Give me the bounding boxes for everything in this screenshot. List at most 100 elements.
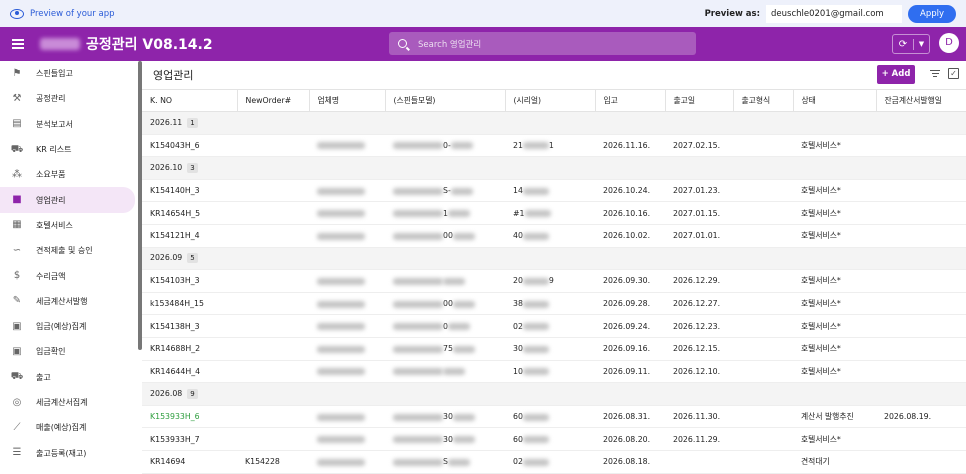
group-cell: 2026.08 9 xyxy=(142,382,966,406)
sidebar-item-10[interactable]: ▣ 입금(예상)집계 xyxy=(0,314,138,339)
column-header[interactable]: (스핀들모델) xyxy=(384,89,505,112)
table-row[interactable]: K153933H_7 30 60 2026.08.20. 2026.11.29. 호텔서비… xyxy=(142,427,966,451)
select-checkbox-icon[interactable]: ✓ xyxy=(948,68,959,79)
balance-invoice-date-cell xyxy=(876,269,966,293)
wrench-icon: ⚒ xyxy=(12,92,22,104)
redacted-text xyxy=(317,232,365,240)
table-row[interactable]: KR14694 K154228 S 02 2026.08.18. 견적대기 xyxy=(142,450,966,474)
sidebar-item-3[interactable]: ⛟ KR 리스트 xyxy=(0,137,138,162)
filter-icon[interactable] xyxy=(930,70,940,79)
table-row[interactable]: KR14688H_2 75 30 2026.09.16. 2026.12.15. 호텔서비… xyxy=(142,337,966,361)
flag-icon: ⚑ xyxy=(12,67,22,79)
sidebar-item-14[interactable]: ⟋ 매출(예상)집계 xyxy=(0,415,138,440)
out-type-cell xyxy=(733,360,793,384)
table-row[interactable]: K154043H_6 0- 21 1 2026.11.16. 2027.02.15. 호텔서… xyxy=(142,134,966,158)
sidebar-item-8[interactable]: $ 수리금액 xyxy=(0,263,138,288)
sidebar-item-9[interactable]: ✎ 세금계산서발행 xyxy=(0,289,138,314)
menu-icon[interactable] xyxy=(12,37,24,52)
trend-icon: ⟋ xyxy=(13,421,21,433)
model-cell: 30 xyxy=(385,405,505,429)
group-label: 2026.09 xyxy=(150,253,183,263)
in-date-cell: 2026.08.20. xyxy=(595,427,665,451)
column-header[interactable]: NewOrder# xyxy=(236,89,309,112)
sidebar-item-1[interactable]: ⚒ 공정관리 xyxy=(0,86,138,111)
company-cell xyxy=(309,179,385,203)
group-label: 2026.10 xyxy=(150,162,183,172)
sidebar-item-2[interactable]: ▤ 분석보고서 xyxy=(0,112,138,137)
sidebar-item-6[interactable]: ▦ 호텔서비스 xyxy=(0,213,138,238)
group-row[interactable]: 2026.10 3 xyxy=(142,156,966,180)
table-row[interactable]: K154121H_4 00 40 2026.10.02. 2027.01.01. 호텔서비… xyxy=(142,224,966,248)
redacted-text xyxy=(452,413,475,421)
table-row[interactable]: K154140H_3 S- 14 2026.10.24. 2027.01.23. 호텔서비… xyxy=(142,179,966,203)
sidebar-item-5[interactable]: ■ 영업관리 xyxy=(0,187,135,213)
serial-cell: 10 xyxy=(505,360,595,384)
table-row[interactable]: KR14644H_4 10 2026.09.11. 2026.12.10. 호텔서비스* xyxy=(142,360,966,384)
sync-icon[interactable]: ⟳ xyxy=(893,38,914,50)
column-header[interactable]: 상태 xyxy=(792,89,876,112)
sync-control[interactable]: ⟳ ▼ xyxy=(892,34,930,54)
group-row[interactable]: 2026.11 1 xyxy=(142,111,966,135)
redacted-text xyxy=(450,142,473,150)
redacted-text xyxy=(317,345,365,353)
chevron-down-icon[interactable]: ▼ xyxy=(914,40,929,48)
cash-icon: ▣ xyxy=(12,320,22,332)
sidebar-item-4[interactable]: ⁂ 소요부품 xyxy=(0,162,138,187)
redacted-text xyxy=(393,232,443,240)
sidebar-item-15[interactable]: ☰ 출고등록(재고) xyxy=(0,440,138,465)
column-header[interactable]: (시리얼) xyxy=(504,89,595,112)
column-header[interactable]: 입고 xyxy=(594,89,665,112)
page-title: 영업관리 xyxy=(153,69,194,82)
avatar[interactable]: D xyxy=(939,33,959,53)
sidebar-item-label: 수리금액 xyxy=(36,271,66,281)
preview-link[interactable]: Preview of your app xyxy=(30,9,115,19)
status-cell: 호텔서비스* xyxy=(793,179,876,203)
preview-email-field[interactable]: deuschle0201@gmail.com xyxy=(766,4,902,23)
table-row[interactable]: K153933H_6 30 60 2026.08.31. 2026.11.30. 계산서 … xyxy=(142,405,966,429)
column-header[interactable]: K. NO xyxy=(142,89,237,112)
balance-invoice-date-cell xyxy=(876,337,966,361)
sidebar-item-label: 견적제출 및 승인 xyxy=(36,246,93,256)
out-date-cell: 2027.01.15. xyxy=(665,201,733,225)
sidebar-item-0[interactable]: ⚑ 스핀들입고 xyxy=(0,61,138,86)
sidebar-item-11[interactable]: ▣ 입금확인 xyxy=(0,339,138,364)
k-no-cell: K153933H_7 xyxy=(142,427,237,451)
group-row[interactable]: 2026.09 5 xyxy=(142,247,966,271)
eye-icon xyxy=(10,8,24,19)
redacted-text xyxy=(447,323,470,331)
new-order-cell xyxy=(237,224,309,248)
model-cell: 75 xyxy=(385,337,505,361)
status-cell: 호텔서비스* xyxy=(793,134,876,158)
column-header[interactable]: 잔금계산서발행일 xyxy=(875,89,966,112)
sidebar-item-label: 입금(예상)집계 xyxy=(36,322,87,332)
table-row[interactable]: K154138H_3 0 02 2026.09.24. 2026.12.23. 호텔서비스… xyxy=(142,314,966,338)
sidebar-item-13[interactable]: ◎ 세금계산서집계 xyxy=(0,390,138,415)
search-input[interactable]: Search 영업관리 xyxy=(389,32,696,55)
dollar-icon: $ xyxy=(13,270,21,282)
column-header[interactable]: 업체명 xyxy=(308,89,385,112)
new-order-cell: K154228 xyxy=(237,450,309,474)
company-cell xyxy=(309,337,385,361)
column-header[interactable]: 출고일 xyxy=(664,89,733,112)
parts-icon: ⁂ xyxy=(12,168,22,180)
model-fragment: 30 xyxy=(443,412,453,422)
preview-as-label: Preview as: xyxy=(704,8,760,19)
sidebar-item-7[interactable]: ∽ 견적제출 및 승인 xyxy=(0,238,138,263)
serial-fragment: 40 xyxy=(513,231,523,241)
search-placeholder: Search 영업관리 xyxy=(418,39,482,50)
sidebar-item-12[interactable]: ⛟ 출고 xyxy=(0,365,138,390)
group-count-badge: 9 xyxy=(187,388,198,399)
group-row[interactable]: 2026.08 9 xyxy=(142,382,966,406)
company-cell xyxy=(309,314,385,338)
apply-button[interactable]: Apply xyxy=(908,4,956,23)
table-row[interactable]: K154103H_3 20 9 2026.09.30. 2026.12.29. 호텔서비스… xyxy=(142,269,966,293)
app-title: 공정관리 V08.14.2 xyxy=(86,37,213,53)
table-row[interactable]: k153484H_15 00 38 2026.09.28. 2026.12.27. 호텔서… xyxy=(142,292,966,316)
status-cell: 견적대기 xyxy=(793,450,876,474)
out-date-cell: 2027.02.15. xyxy=(665,134,733,158)
out-date-cell: 2026.12.23. xyxy=(665,314,733,338)
add-button[interactable]: + Add xyxy=(877,65,915,84)
sidebar-item-label: 세금계산서집계 xyxy=(36,398,88,407)
column-header[interactable]: 출고형식 xyxy=(732,89,793,112)
table-row[interactable]: KR14654H_5 1 #1 2026.10.16. 2027.01.15. 호텔서비스… xyxy=(142,201,966,225)
